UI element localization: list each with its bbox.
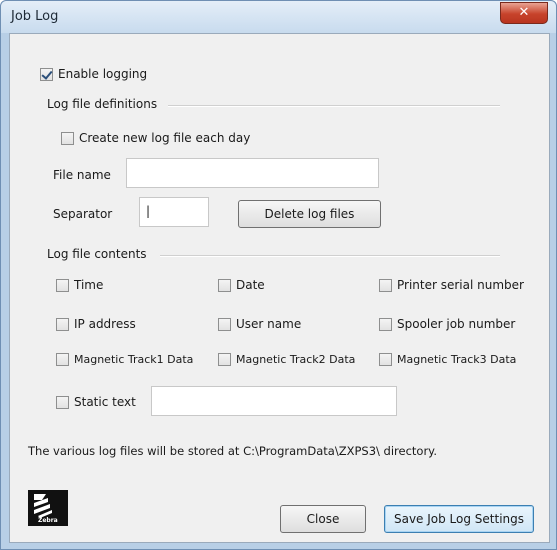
definitions-divider [168, 105, 500, 107]
spooler-job-number-checkbox[interactable] [379, 317, 392, 331]
option-magnetic-track2[interactable]: Magnetic Track2 Data [218, 353, 355, 366]
magnetic-track1-checkbox[interactable] [56, 353, 69, 366]
ip-address-label: IP address [74, 317, 136, 331]
contents-divider [160, 255, 500, 257]
new-file-each-day-checkbox[interactable] [61, 131, 74, 145]
job-log-dialog: Job Log ✕ Enable logging Log file defini… [0, 0, 557, 550]
magnetic-track3-label: Magnetic Track3 Data [397, 353, 517, 366]
magnetic-track3-checkbox[interactable] [379, 353, 392, 366]
time-checkbox[interactable] [56, 278, 69, 292]
user-name-label: User name [236, 317, 302, 331]
option-ip-address[interactable]: IP address [56, 317, 136, 331]
title-bar[interactable]: Job Log ✕ [1, 1, 556, 33]
magnetic-track2-label: Magnetic Track2 Data [236, 353, 356, 366]
separator-input[interactable]: | [139, 197, 209, 227]
separator-label: Separator [53, 207, 113, 221]
ip-address-checkbox[interactable] [56, 317, 69, 331]
enable-logging-checkbox[interactable] [40, 67, 53, 81]
static-text-input[interactable] [151, 386, 397, 416]
option-user-name[interactable]: User name [218, 317, 301, 331]
magnetic-track2-checkbox[interactable] [218, 353, 231, 366]
file-name-label: File name [53, 168, 111, 182]
close-button[interactable]: Close [280, 505, 366, 533]
option-printer-serial-number[interactable]: Printer serial number [379, 278, 524, 292]
option-static-text[interactable]: Static text [56, 395, 136, 409]
user-name-checkbox[interactable] [218, 317, 231, 331]
file-name-input[interactable] [126, 158, 379, 188]
close-window-button[interactable]: ✕ [500, 2, 548, 24]
static-text-label: Static text [74, 395, 136, 409]
printer-serial-number-checkbox[interactable] [379, 278, 392, 292]
date-label: Date [236, 278, 265, 292]
new-file-each-day-label: Create new log file each day [79, 131, 251, 145]
option-time[interactable]: Time [56, 278, 103, 292]
new-file-each-day-row[interactable]: Create new log file each day [61, 131, 250, 145]
static-text-checkbox[interactable] [56, 395, 69, 409]
storage-location-note: The various log files will be stored at … [28, 444, 438, 458]
zebra-logo-text: Zebra [38, 517, 58, 524]
zebra-logo: Zebra [28, 490, 68, 526]
date-checkbox[interactable] [218, 278, 231, 292]
save-job-log-settings-button[interactable]: Save Job Log Settings [384, 505, 534, 533]
time-label: Time [74, 278, 104, 292]
window-title: Job Log [11, 9, 59, 24]
log-file-definitions-heading: Log file definitions [47, 97, 158, 111]
printer-serial-number-label: Printer serial number [397, 278, 524, 292]
option-spooler-job-number[interactable]: Spooler job number [379, 317, 515, 331]
dialog-body: Enable logging Log file definitions Crea… [9, 33, 550, 543]
magnetic-track1-label: Magnetic Track1 Data [74, 353, 194, 366]
option-magnetic-track1[interactable]: Magnetic Track1 Data [56, 353, 193, 366]
enable-logging-row[interactable]: Enable logging [40, 67, 147, 81]
close-icon: ✕ [518, 5, 530, 20]
log-file-contents-heading: Log file contents [47, 247, 147, 261]
option-magnetic-track3[interactable]: Magnetic Track3 Data [379, 353, 516, 366]
option-date[interactable]: Date [218, 278, 265, 292]
enable-logging-label: Enable logging [58, 67, 148, 81]
spooler-job-number-label: Spooler job number [397, 317, 516, 331]
delete-log-files-button[interactable]: Delete log files [238, 200, 381, 228]
